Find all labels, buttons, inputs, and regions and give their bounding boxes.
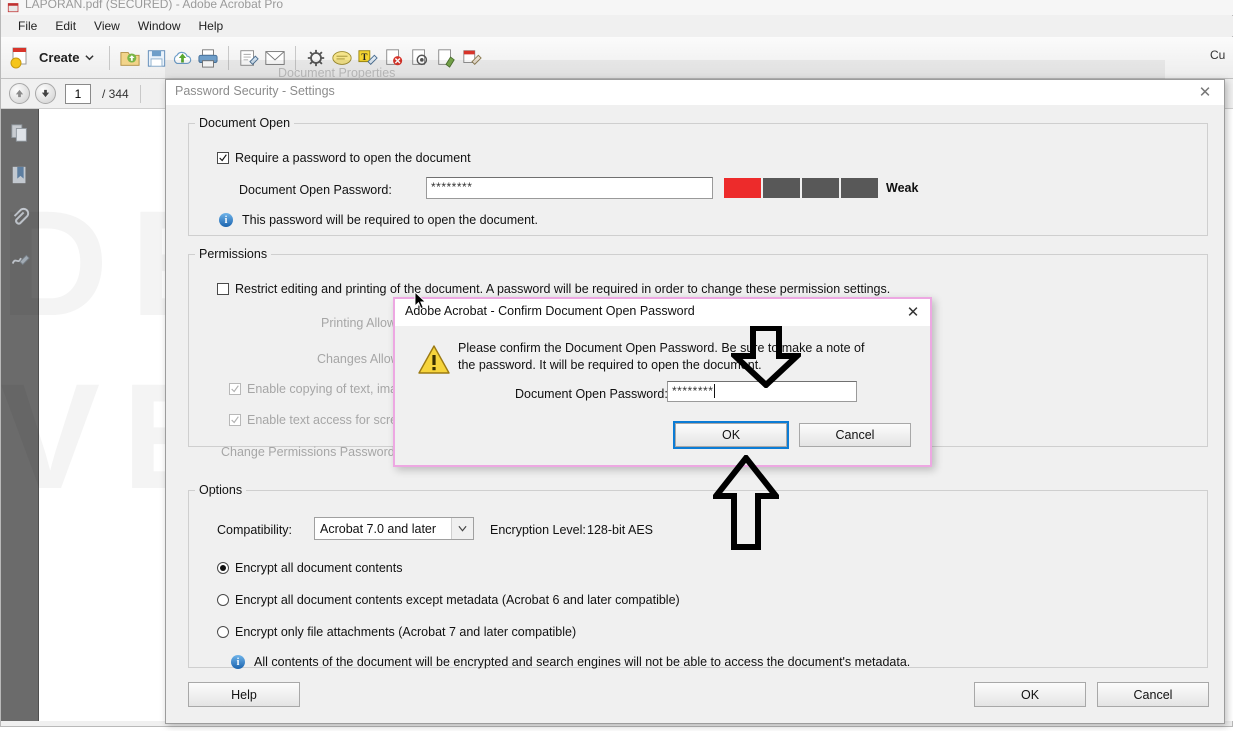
- permissions-legend: Permissions: [199, 247, 268, 261]
- radio-encrypt-except-metadata[interactable]: [217, 594, 229, 606]
- enable-copying-checkbox: [229, 383, 241, 395]
- document-open-legend: Document Open: [199, 116, 291, 130]
- options-legend: Options: [199, 483, 243, 497]
- page-total-label: / 344: [102, 86, 129, 101]
- page-thumbnails-icon[interactable]: [8, 121, 32, 145]
- radio-encrypt-except-metadata-label: Encrypt all document contents except met…: [235, 593, 680, 607]
- restrict-editing-checkbox-row[interactable]: Restrict editing and printing of the doc…: [217, 282, 890, 296]
- radio-encrypt-all-label: Encrypt all document contents: [235, 561, 403, 575]
- radio-encrypt-all[interactable]: [217, 562, 229, 574]
- attachments-icon[interactable]: [8, 205, 32, 229]
- document-open-info-text: This password will be required to open t…: [242, 213, 538, 227]
- encryption-level-label: Encryption Level:: [490, 523, 586, 537]
- bookmarks-icon[interactable]: [8, 163, 32, 187]
- restrict-editing-checkbox[interactable]: [217, 283, 229, 295]
- strength-segment-1: [724, 178, 761, 198]
- close-icon[interactable]: ✕: [1194, 83, 1216, 101]
- radio-encrypt-attachments-row[interactable]: Encrypt only file attachments (Acrobat 7…: [217, 625, 576, 639]
- window-title: LAPORAN.pdf (SECURED) - Adobe Acrobat Pr…: [25, 0, 284, 11]
- encryption-level-value: 128-bit AES: [587, 523, 654, 537]
- require-password-label: Require a password to open the document: [235, 151, 471, 165]
- close-icon[interactable]: ✕: [902, 303, 924, 321]
- radio-encrypt-all-row[interactable]: Encrypt all document contents: [217, 561, 402, 575]
- acrobat-app-icon: [7, 3, 19, 13]
- options-info-row: i All contents of the document will be e…: [231, 655, 910, 669]
- window-title-bar: LAPORAN.pdf (SECURED) - Adobe Acrobat Pr…: [1, 0, 1233, 15]
- navbar-divider: [139, 84, 141, 103]
- compatibility-select[interactable]: Acrobat 7.0 and later: [314, 517, 474, 540]
- settings-ok-button[interactable]: OK: [974, 682, 1086, 707]
- password-strength-label: Weak: [886, 181, 919, 195]
- create-button[interactable]: Create: [7, 44, 102, 72]
- signatures-icon[interactable]: [8, 247, 32, 271]
- document-open-password-input[interactable]: ********: [426, 177, 713, 199]
- checkmark-icon: [219, 154, 227, 162]
- strength-segment-4: [841, 178, 878, 198]
- confirm-password-label: Document Open Password:: [515, 387, 668, 401]
- menu-item-window[interactable]: Window: [129, 17, 190, 35]
- chevron-down-icon: [85, 55, 95, 61]
- screenshot-root: LAPORAN.pdf (SECURED) - Adobe Acrobat Pr…: [0, 0, 1233, 731]
- require-password-checkbox[interactable]: [217, 152, 229, 164]
- confirm-cancel-button[interactable]: Cancel: [799, 423, 911, 447]
- open-file-icon[interactable]: [117, 45, 143, 71]
- enable-screen-reader-row: Enable text access for screen r: [229, 413, 419, 427]
- compatibility-label: Compatibility:: [217, 523, 293, 537]
- confirm-password-value: ********: [672, 384, 714, 398]
- strength-segment-3: [802, 178, 839, 198]
- password-strength-meter: [724, 178, 878, 198]
- info-icon: i: [219, 213, 233, 227]
- menu-bar: File Edit View Window Help: [1, 16, 1233, 36]
- page-number-input[interactable]: 1: [65, 83, 91, 104]
- change-permissions-password-label: Change Permissions Password:: [221, 445, 399, 459]
- create-label: Create: [39, 50, 80, 65]
- options-info-text: All contents of the document will be enc…: [254, 655, 911, 669]
- settings-dialog-title: Password Security - Settings: [175, 84, 335, 98]
- warning-icon: [418, 345, 450, 374]
- enable-copying-row: Enable copying of text, image: [229, 382, 411, 396]
- create-pdf-icon: [10, 47, 27, 68]
- confirm-ok-button[interactable]: OK: [673, 421, 789, 449]
- strength-segment-2: [763, 178, 800, 198]
- options-group: Options Compatibility: Acrobat 7.0 and l…: [188, 483, 1208, 669]
- confirm-message: Please confirm the Document Open Passwor…: [458, 341, 865, 372]
- help-button[interactable]: Help: [188, 682, 300, 707]
- menu-item-file[interactable]: File: [9, 17, 46, 35]
- enable-screen-reader-checkbox: [229, 414, 241, 426]
- radio-encrypt-attachments-label: Encrypt only file attachments (Acrobat 7…: [235, 625, 577, 639]
- radio-encrypt-attachments[interactable]: [217, 626, 229, 638]
- confirm-password-input[interactable]: ********: [667, 381, 857, 402]
- left-panel-rail: [1, 109, 39, 721]
- settings-cancel-button[interactable]: Cancel: [1097, 682, 1209, 707]
- checkmark-icon: [231, 385, 239, 393]
- enable-copying-label: Enable copying of text, image: [247, 382, 411, 396]
- mouse-cursor: [414, 291, 427, 310]
- toolbar-divider: [109, 45, 111, 70]
- checkmark-icon: [231, 416, 239, 424]
- menu-item-view[interactable]: View: [85, 17, 129, 35]
- menu-item-help[interactable]: Help: [190, 17, 233, 35]
- require-password-checkbox-row[interactable]: Require a password to open the document: [217, 151, 471, 165]
- document-open-info-row: i This password will be required to open…: [219, 213, 538, 227]
- confirm-password-dialog: Adobe Acrobat - Confirm Document Open Pa…: [393, 297, 932, 467]
- menu-item-edit[interactable]: Edit: [46, 17, 85, 35]
- document-properties-tooltip: Document Properties: [278, 66, 396, 80]
- radio-encrypt-except-metadata-row[interactable]: Encrypt all document contents except met…: [217, 593, 680, 607]
- customize-toolbar-label[interactable]: Cu: [1210, 48, 1230, 62]
- restrict-editing-label: Restrict editing and printing of the doc…: [235, 282, 891, 296]
- info-icon: i: [231, 655, 245, 669]
- document-open-password-label: Document Open Password:: [239, 183, 392, 197]
- radio-dot: [220, 565, 226, 571]
- compatibility-value: Acrobat 7.0 and later: [320, 521, 437, 536]
- next-page-button[interactable]: [35, 83, 56, 104]
- confirm-dialog-title-bar: Adobe Acrobat - Confirm Document Open Pa…: [395, 299, 930, 326]
- chevron-down-icon[interactable]: [451, 518, 473, 539]
- document-open-group: Document Open Require a password to open…: [188, 116, 1208, 236]
- confirm-dialog-title: Adobe Acrobat - Confirm Document Open Pa…: [405, 304, 695, 318]
- previous-page-button[interactable]: [9, 83, 30, 104]
- settings-dialog-title-bar: Password Security - Settings ✕: [166, 80, 1224, 105]
